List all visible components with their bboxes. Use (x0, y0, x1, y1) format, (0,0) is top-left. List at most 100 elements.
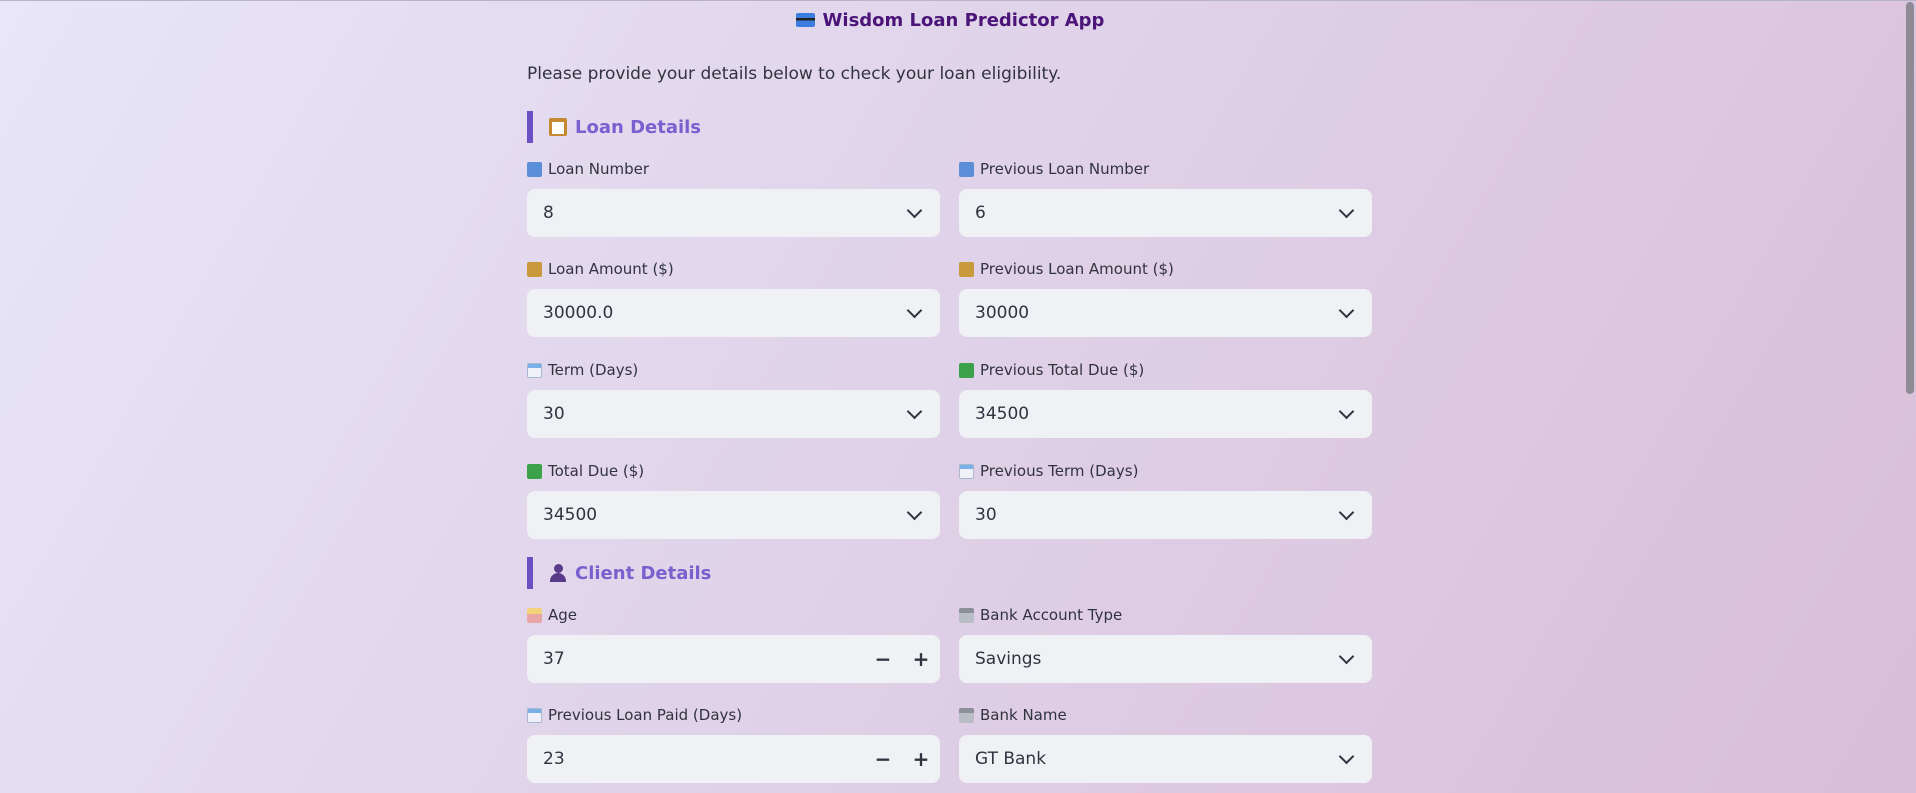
chevron-down-icon (1338, 748, 1355, 765)
field-label-text: Loan Amount ($) (548, 260, 674, 278)
section-client-details: Client Details (527, 557, 711, 589)
field-label-text: Bank Account Type (980, 606, 1123, 624)
field-age: Age 37− + (527, 605, 940, 683)
chevron-down-icon (906, 403, 923, 420)
field-total-due: Total Due ($) 34500 (527, 461, 940, 539)
calendar-icon (959, 463, 974, 479)
select-value: 34500 (543, 505, 598, 525)
numbers-icon (527, 161, 542, 177)
chevron-down-icon (1338, 202, 1355, 219)
select-value: 30000 (975, 303, 1030, 323)
bank-icon (959, 607, 974, 623)
chevron-down-icon (1338, 302, 1355, 319)
calendar-icon (527, 707, 542, 723)
clipboard-icon (549, 118, 567, 136)
field-loan-amount: Loan Amount ($) 30000.0 (527, 259, 940, 337)
section-title: Loan Details (575, 116, 702, 138)
chevron-down-icon (906, 202, 923, 219)
field-label: Previous Loan Number (959, 159, 1372, 179)
select-value: 30000.0 (543, 303, 614, 323)
field-label-text: Previous Total Due ($) (980, 361, 1145, 379)
field-label: Total Due ($) (527, 461, 940, 481)
chevron-down-icon (1338, 504, 1355, 521)
previous-total-due-select[interactable]: 34500 (959, 390, 1372, 438)
calendar-icon (527, 362, 542, 378)
field-label-text: Previous Loan Number (980, 160, 1150, 178)
bank-name-select[interactable]: GT Bank (959, 735, 1372, 783)
select-value: 6 (975, 203, 986, 223)
total-due-select[interactable]: 34500 (527, 491, 940, 539)
field-bank-name: Bank Name GT Bank (959, 705, 1372, 783)
field-label: Term (Days) (527, 360, 940, 380)
field-previous-loan-paid: Previous Loan Paid (Days) 23− + (527, 705, 940, 783)
previous-loan-amount-select[interactable]: 30000 (959, 289, 1372, 337)
field-label: Bank Name (959, 705, 1372, 725)
number-value[interactable]: 37 (543, 649, 864, 669)
field-label-text: Loan Number (548, 160, 649, 178)
age-number-input[interactable]: 37− + (527, 635, 940, 683)
app-root: Wisdom Loan Predictor App Please provide… (0, 0, 1916, 793)
field-label-text: Previous Loan Paid (Days) (548, 706, 743, 724)
chevron-down-icon (1338, 648, 1355, 665)
app-title-text: Wisdom Loan Predictor App (822, 10, 1105, 31)
app-title: Wisdom Loan Predictor App (0, 10, 1900, 31)
field-label-text: Bank Name (980, 706, 1067, 724)
bank-icon (959, 707, 974, 723)
banknote-icon (959, 362, 974, 378)
loan-amount-select[interactable]: 30000.0 (527, 289, 940, 337)
field-label: Previous Total Due ($) (959, 360, 1372, 380)
decrement-button[interactable]: − (864, 635, 902, 683)
field-label-text: Term (Days) (548, 361, 639, 379)
banknote-icon (527, 463, 542, 479)
field-bank-account-type: Bank Account Type Savings (959, 605, 1372, 683)
field-label: Previous Term (Days) (959, 461, 1372, 481)
field-previous-total-due: Previous Total Due ($) 34500 (959, 360, 1372, 438)
select-value: 30 (975, 505, 997, 525)
select-value: GT Bank (975, 749, 1047, 769)
field-label-text: Previous Term (Days) (980, 462, 1139, 480)
field-label-text: Total Due ($) (548, 462, 645, 480)
numbers-icon (959, 161, 974, 177)
select-value: 30 (543, 404, 565, 424)
previous-loan-paid-number-input[interactable]: 23− + (527, 735, 940, 783)
field-label: Loan Amount ($) (527, 259, 940, 279)
person-icon (549, 564, 567, 582)
select-value: 34500 (975, 404, 1030, 424)
money-bag-icon (959, 261, 974, 277)
field-label: Bank Account Type (959, 605, 1372, 625)
section-accent-bar (527, 557, 533, 589)
top-divider (0, 0, 1916, 1)
field-label: Previous Loan Paid (Days) (527, 705, 940, 725)
chevron-down-icon (906, 504, 923, 521)
loan-number-select[interactable]: 8 (527, 189, 940, 237)
term-select[interactable]: 30 (527, 390, 940, 438)
field-label-text: Previous Loan Amount ($) (980, 260, 1174, 278)
previous-term-select[interactable]: 30 (959, 491, 1372, 539)
birthday-cake-icon (527, 607, 542, 623)
previous-loan-number-select[interactable]: 6 (959, 189, 1372, 237)
bank-account-type-select[interactable]: Savings (959, 635, 1372, 683)
decrement-button[interactable]: − (864, 735, 902, 783)
chevron-down-icon (906, 302, 923, 319)
credit-card-icon (795, 13, 815, 27)
page-scrollbar[interactable] (1902, 0, 1916, 793)
field-label-text: Age (548, 606, 578, 624)
increment-button[interactable]: + (902, 735, 940, 783)
section-title: Client Details (575, 562, 712, 584)
money-bag-icon (527, 261, 542, 277)
field-label: Previous Loan Amount ($) (959, 259, 1372, 279)
field-loan-number: Loan Number 8 (527, 159, 940, 237)
chevron-down-icon (1338, 403, 1355, 420)
increment-button[interactable]: + (902, 635, 940, 683)
number-value[interactable]: 23 (543, 749, 864, 769)
field-previous-term: Previous Term (Days) 30 (959, 461, 1372, 539)
field-label: Age (527, 605, 940, 625)
scrollbar-thumb[interactable] (1906, 2, 1914, 394)
field-term: Term (Days) 30 (527, 360, 940, 438)
field-label: Loan Number (527, 159, 940, 179)
select-value: 8 (543, 203, 554, 223)
section-loan-details: Loan Details (527, 111, 701, 143)
section-accent-bar (527, 111, 533, 143)
field-previous-loan-number: Previous Loan Number 6 (959, 159, 1372, 237)
select-value: Savings (975, 649, 1042, 669)
